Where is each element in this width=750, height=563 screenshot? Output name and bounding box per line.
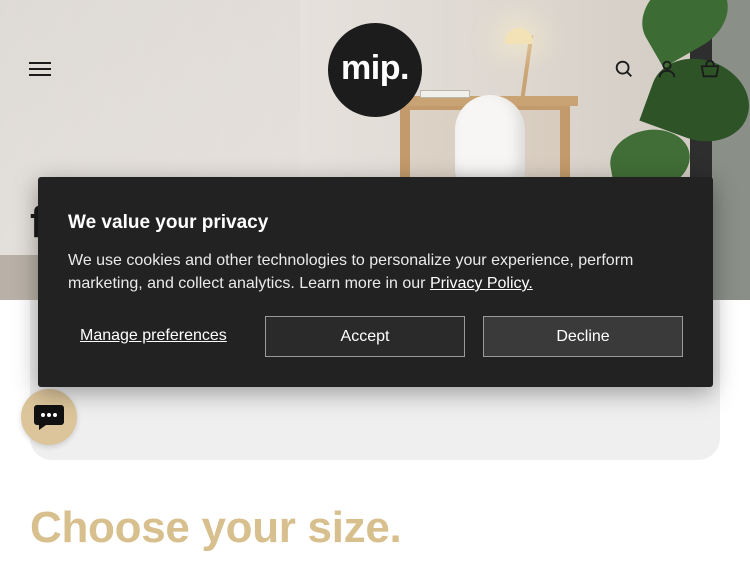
privacy-body-text: We use cookies and other technologies to… <box>68 252 634 292</box>
privacy-body: We use cookies and other technologies to… <box>68 249 688 295</box>
privacy-banner: We value your privacy We use cookies and… <box>38 177 713 387</box>
chair <box>455 95 525 185</box>
choose-size-heading: Choose your size. <box>30 503 402 552</box>
privacy-policy-link[interactable]: Privacy Policy. <box>430 275 533 292</box>
accept-button[interactable]: Accept <box>265 316 465 357</box>
hamburger-menu-icon[interactable] <box>29 61 51 77</box>
window-pane <box>712 0 750 300</box>
search-icon[interactable] <box>613 58 635 80</box>
chat-bubble-icon[interactable] <box>21 389 77 445</box>
logo-text: mip. <box>341 48 409 87</box>
user-account-icon[interactable] <box>656 58 678 80</box>
lamp-head <box>505 28 533 44</box>
logo[interactable]: mip. <box>328 23 422 117</box>
cart-basket-icon[interactable] <box>699 58 721 80</box>
lamp-arm <box>520 35 534 97</box>
privacy-title: We value your privacy <box>68 212 269 233</box>
book <box>420 90 470 98</box>
manage-preferences-link[interactable]: Manage preferences <box>80 327 227 345</box>
decline-button[interactable]: Decline <box>483 316 683 357</box>
